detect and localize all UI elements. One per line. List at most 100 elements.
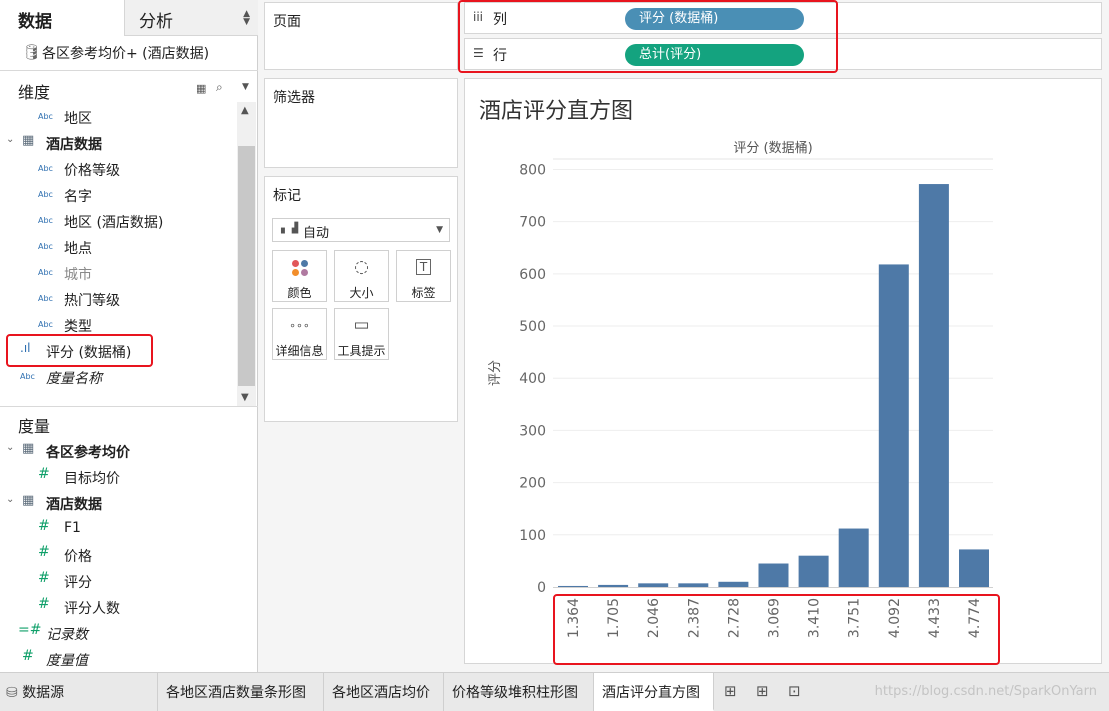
number-type-icon: #	[38, 544, 50, 560]
text-type-icon: Abc	[38, 242, 53, 251]
field-group[interactable]: ⌄ ▦ 酒店数据	[0, 130, 236, 156]
highlight-box	[6, 334, 153, 367]
field-label: 价格	[64, 549, 92, 565]
database-icon: ⛁	[6, 685, 23, 701]
number-type-icon: #	[38, 518, 50, 534]
field-label: 地区	[64, 111, 92, 127]
datasource-name: 各区参考均价+ (酒店数据)	[42, 46, 210, 62]
field-item[interactable]: Abc 热门等级	[0, 286, 236, 312]
text-type-icon: Abc	[38, 112, 53, 121]
mark-type-dropdown[interactable]: ▖▗▌ 自动 ▼	[272, 218, 450, 242]
measures-header: 度量	[0, 410, 258, 436]
field-label: 度量名称	[46, 371, 102, 387]
search-icon[interactable]: ⌕	[216, 80, 223, 95]
table-icon: ▦	[22, 441, 35, 456]
mark-type-value: 自动	[303, 226, 330, 241]
text-type-icon: Abc	[38, 268, 53, 277]
chevron-down-icon[interactable]: ⌄	[6, 442, 14, 453]
field-label: 地区 (酒店数据)	[64, 215, 164, 231]
chevron-down-icon[interactable]: ▼	[242, 82, 249, 92]
histogram-bar	[758, 563, 789, 587]
field-item[interactable]: Abc 名字	[0, 182, 236, 208]
marks-title: 标记	[273, 188, 301, 204]
tab-arrows-icon: ▲ ▼	[243, 9, 250, 27]
chevron-down-icon[interactable]: ⌄	[6, 134, 14, 145]
datasource-tab[interactable]: ⛁ 数据源	[0, 673, 158, 711]
number-type-icon: #	[22, 648, 34, 664]
sheet-tab-active[interactable]: 酒店评分直方图	[594, 673, 714, 711]
size-button[interactable]: ◌ 大小	[334, 250, 389, 302]
field-item[interactable]: # 度量值	[0, 646, 236, 672]
color-button[interactable]: 颜色	[272, 250, 327, 302]
calculated-number-icon: =#	[18, 622, 42, 638]
x-axis-label: 评分 (数据桶)	[733, 141, 812, 156]
detail-button[interactable]: ∘∘∘ 详细信息	[272, 308, 327, 360]
bar-chart-icon: ▖▗▌	[281, 223, 302, 234]
new-story-icon[interactable]: ⊡	[788, 682, 801, 700]
dimensions-title: 维度	[18, 83, 51, 102]
datasource-tab-label: 数据源	[22, 685, 65, 701]
data-pane: 数据 分析 ▲ ▼ 🛢 各区参考均价+ (酒店数据) 维度 ▦ ⌕ ▼ Abc 地区…	[0, 0, 258, 672]
sheet-tab[interactable]: 价格等级堆积柱形图	[444, 673, 594, 711]
histogram-bar	[678, 583, 709, 587]
field-group[interactable]: ⌄ ▦ 各区参考均价	[0, 438, 236, 464]
tooltip-label: 工具提示	[337, 344, 386, 358]
histogram-bar	[798, 555, 829, 587]
histogram-bar	[959, 549, 989, 587]
new-sheet-icon[interactable]: ⊞	[724, 682, 737, 700]
dimensions-scrollbar[interactable]: ▲ ▼	[237, 102, 256, 406]
field-item[interactable]: Abc 城市	[0, 260, 236, 286]
field-item[interactable]: Abc 地区	[0, 104, 236, 130]
detail-label: 详细信息	[275, 344, 324, 358]
label-button[interactable]: T 标签	[396, 250, 451, 302]
field-item[interactable]: Abc 价格等级	[0, 156, 236, 182]
new-dashboard-icon[interactable]: ⊞	[756, 682, 769, 700]
color-label: 颜色	[287, 286, 312, 300]
field-item[interactable]: Abc 地点	[0, 234, 236, 260]
tab-data[interactable]: 数据	[0, 0, 125, 36]
histogram-bar	[918, 184, 949, 587]
sheet-tab[interactable]: 各地区酒店均价	[324, 673, 444, 711]
field-group[interactable]: ⌄ ▦ 酒店数据	[0, 490, 236, 516]
field-item[interactable]: # 价格	[0, 542, 236, 568]
scroll-down-icon[interactable]: ▼	[241, 392, 249, 403]
field-item[interactable]: Abc 度量名称	[0, 364, 236, 390]
field-label: 城市	[64, 267, 92, 283]
field-item[interactable]: Abc 地区 (酒店数据)	[0, 208, 236, 234]
tooltip-button[interactable]: ▭ 工具提示	[334, 308, 389, 360]
text-type-icon: Abc	[38, 164, 53, 173]
tab-analysis[interactable]: 分析 ▲ ▼	[125, 0, 258, 36]
y-tick-label: 0	[537, 580, 546, 596]
scrollbar-thumb[interactable]	[238, 146, 255, 386]
field-label: 各区参考均价	[46, 445, 130, 461]
number-type-icon: #	[38, 466, 50, 482]
pages-card[interactable]: 页面	[264, 2, 458, 70]
field-label: 酒店数据	[46, 137, 102, 153]
y-tick-label: 200	[519, 476, 546, 492]
filters-card[interactable]: 筛选器	[264, 78, 458, 168]
field-item[interactable]: # 评分	[0, 568, 236, 594]
dimensions-header: 维度 ▦ ⌕ ▼	[0, 76, 258, 102]
field-item[interactable]: # 评分人数	[0, 594, 236, 620]
field-label: 地点	[64, 241, 92, 257]
size-icon: ◌	[354, 257, 369, 277]
table-icon: ▦	[22, 493, 35, 508]
chevron-down-icon[interactable]: ⌄	[6, 494, 14, 505]
field-item[interactable]: # 目标均价	[0, 464, 236, 490]
text-type-icon: Abc	[38, 216, 53, 225]
datasource-item[interactable]: 🛢 各区参考均价+ (酒店数据)	[0, 38, 258, 68]
field-item[interactable]: =# 记录数	[0, 620, 236, 646]
text-type-icon: Abc	[38, 320, 53, 329]
sheet-tab[interactable]: 各地区酒店数量条形图	[158, 673, 324, 711]
filters-title: 筛选器	[273, 90, 315, 106]
color-icon	[273, 259, 326, 277]
number-type-icon: #	[38, 596, 50, 612]
field-item[interactable]: # F1	[0, 516, 236, 542]
scroll-up-icon[interactable]: ▲	[241, 105, 249, 116]
label-icon: T	[397, 259, 450, 275]
y-tick-label: 300	[519, 423, 546, 439]
measures-title: 度量	[18, 417, 51, 436]
divider	[0, 70, 258, 71]
histogram-bar	[598, 584, 629, 587]
grid-view-icon[interactable]: ▦	[196, 82, 206, 95]
